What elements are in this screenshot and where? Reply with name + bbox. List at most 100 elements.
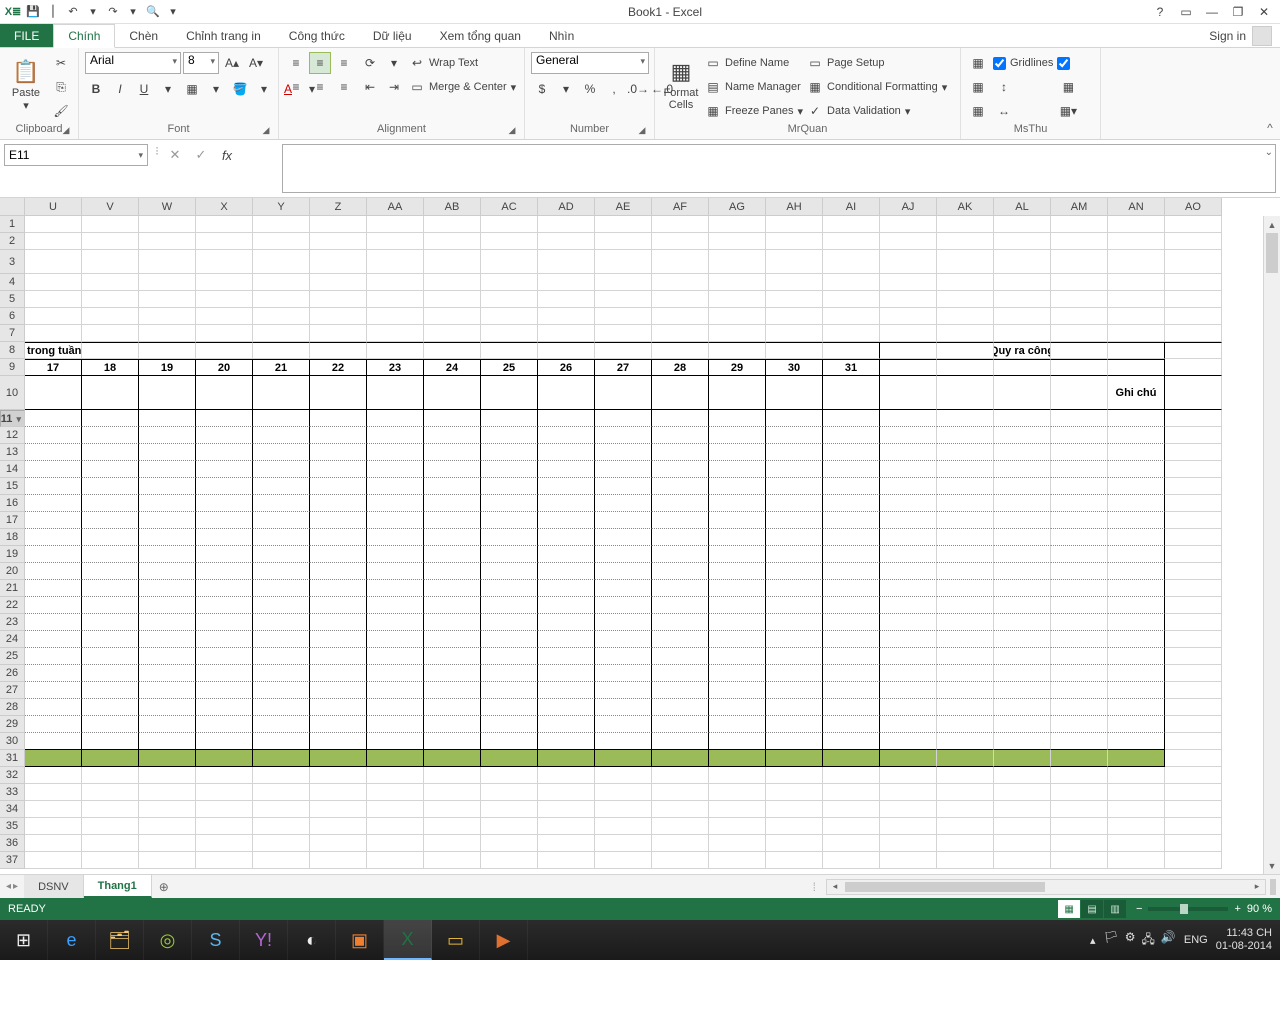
cell[interactable] [595, 750, 652, 767]
cell[interactable] [367, 784, 424, 801]
cell[interactable] [424, 274, 481, 291]
cell[interactable] [538, 767, 595, 784]
cell[interactable] [652, 750, 709, 767]
cell[interactable] [367, 801, 424, 818]
cell[interactable] [1165, 529, 1222, 546]
cell[interactable] [595, 682, 652, 699]
cell[interactable] [766, 699, 823, 716]
cell[interactable] [1165, 342, 1222, 359]
cell[interactable] [424, 784, 481, 801]
cell[interactable] [1108, 563, 1165, 580]
cell[interactable] [253, 342, 310, 359]
underline-button[interactable]: U [133, 78, 155, 100]
cell[interactable] [766, 529, 823, 546]
cell[interactable] [310, 682, 367, 699]
col-header[interactable]: AF [652, 198, 709, 216]
col-header[interactable]: Y [253, 198, 310, 216]
cell[interactable] [253, 835, 310, 852]
cell[interactable] [709, 376, 766, 410]
cell[interactable] [937, 233, 994, 250]
cell[interactable] [880, 342, 937, 359]
cell[interactable] [1108, 216, 1165, 233]
cell[interactable] [196, 648, 253, 665]
cell[interactable] [196, 512, 253, 529]
cell[interactable] [937, 580, 994, 597]
format-painter-button[interactable]: 🖌 [50, 100, 72, 122]
row-header[interactable]: 34 [0, 801, 25, 818]
cell[interactable]: 23 [367, 359, 424, 376]
cell[interactable] [367, 250, 424, 274]
cell[interactable] [595, 233, 652, 250]
cell[interactable]: trong tuần [25, 342, 82, 359]
cell[interactable] [823, 682, 880, 699]
avatar-icon[interactable] [1252, 26, 1272, 46]
tab-file[interactable]: FILE [0, 24, 53, 47]
cell[interactable] [994, 410, 1051, 427]
cell[interactable] [367, 512, 424, 529]
sheet-tab-thang1[interactable]: Thang1 [84, 875, 152, 898]
cell[interactable] [709, 597, 766, 614]
cell[interactable] [1108, 512, 1165, 529]
close-button[interactable]: ✕ [1252, 3, 1276, 21]
cell[interactable] [139, 733, 196, 750]
cell[interactable] [709, 750, 766, 767]
save-icon[interactable]: 💾 [24, 3, 42, 21]
cell[interactable] [994, 529, 1051, 546]
cell[interactable] [1165, 733, 1222, 750]
cell[interactable] [766, 682, 823, 699]
cell[interactable] [196, 427, 253, 444]
col-header[interactable]: AK [937, 198, 994, 216]
cell[interactable] [310, 631, 367, 648]
cell[interactable] [538, 546, 595, 563]
cell[interactable] [595, 716, 652, 733]
col-header[interactable]: Z [310, 198, 367, 216]
cell[interactable] [994, 376, 1051, 410]
cell[interactable] [823, 835, 880, 852]
cell[interactable] [1051, 359, 1108, 376]
cell[interactable] [880, 835, 937, 852]
cell[interactable] [994, 461, 1051, 478]
row-header[interactable]: 6 [0, 308, 25, 325]
cell[interactable] [766, 546, 823, 563]
cell[interactable] [538, 444, 595, 461]
cell[interactable] [481, 716, 538, 733]
cell[interactable] [310, 563, 367, 580]
cell[interactable] [937, 461, 994, 478]
cell[interactable] [82, 216, 139, 233]
cell[interactable] [253, 784, 310, 801]
cell[interactable] [253, 563, 310, 580]
cell[interactable] [196, 818, 253, 835]
cell[interactable] [139, 546, 196, 563]
cell[interactable] [367, 291, 424, 308]
border-button[interactable]: ▦ [181, 78, 203, 100]
cell[interactable] [139, 818, 196, 835]
fill-more-icon[interactable]: ▾ [253, 78, 275, 100]
cell[interactable] [310, 699, 367, 716]
cell[interactable] [424, 631, 481, 648]
cell[interactable]: 31 [823, 359, 880, 376]
font-name-select[interactable]: Arial [85, 52, 181, 74]
cell[interactable] [1051, 427, 1108, 444]
cell[interactable] [880, 665, 937, 682]
cell[interactable] [196, 852, 253, 869]
comma-button[interactable]: , [603, 78, 625, 100]
scroll-left-icon[interactable]: ◂ [827, 881, 843, 892]
col-header[interactable]: AG [709, 198, 766, 216]
align-left-button[interactable]: ≡ [285, 76, 307, 98]
cell[interactable] [937, 410, 994, 427]
cell[interactable] [25, 801, 82, 818]
print-preview-icon[interactable]: 🔍 [144, 3, 162, 21]
cell[interactable] [766, 427, 823, 444]
cell[interactable] [1108, 580, 1165, 597]
cell[interactable] [310, 767, 367, 784]
cell[interactable] [538, 410, 595, 427]
zoom-level[interactable]: 90 % [1247, 903, 1272, 915]
cell[interactable] [766, 291, 823, 308]
percent-button[interactable]: % [579, 78, 601, 100]
cell[interactable] [25, 478, 82, 495]
cell[interactable] [25, 376, 82, 410]
cell[interactable] [253, 233, 310, 250]
col-header[interactable]: U [25, 198, 82, 216]
cell[interactable] [538, 716, 595, 733]
cell[interactable] [880, 359, 937, 376]
